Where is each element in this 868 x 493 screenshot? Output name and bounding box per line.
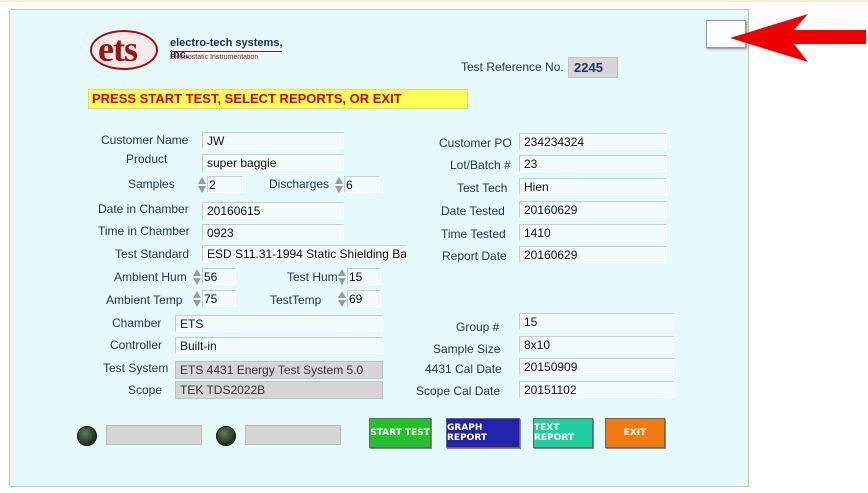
- status-message-text: PRESS START TEST, SELECT REPORTS, OR EXI…: [92, 91, 402, 106]
- discharges-label: Discharges: [269, 177, 330, 191]
- customer-po-field[interactable]: 234234324: [519, 133, 667, 150]
- time-in-chamber-field[interactable]: 0923: [202, 224, 344, 241]
- test-standard-field[interactable]: ESD S11.31-1994 Static Shielding Bags: [202, 245, 407, 262]
- ambient-temp-label: Ambient Temp: [106, 293, 183, 307]
- logo-mark-text: ets: [98, 29, 138, 69]
- status-led-2: [216, 426, 236, 446]
- test-hum-field[interactable]: 15: [347, 268, 381, 285]
- scope-label: Scope: [128, 383, 163, 397]
- exit-button[interactable]: EXIT: [605, 418, 665, 448]
- product-field[interactable]: super baggie: [202, 154, 344, 171]
- logo-underline: [170, 51, 282, 52]
- samples-field[interactable]: 2: [207, 176, 243, 193]
- start-test-button[interactable]: START TEST: [369, 418, 431, 448]
- ambient-hum-stepper[interactable]: [193, 268, 202, 286]
- date-in-chamber-field[interactable]: 20160615: [202, 202, 344, 219]
- test-temp-label: TestTemp: [270, 293, 322, 307]
- ambient-temp-field[interactable]: 75: [202, 290, 236, 307]
- scope-cal-label: Scope Cal Date: [416, 384, 501, 398]
- test-temp-field[interactable]: 69: [347, 290, 381, 307]
- test-reference-field: 2245: [568, 57, 618, 78]
- test-tech-label: Test Tech: [457, 181, 508, 195]
- discharges-field[interactable]: 6: [344, 176, 380, 193]
- customer-name-field[interactable]: JW: [202, 132, 344, 149]
- test-reference-value: 2245: [574, 60, 603, 75]
- discharges-stepper[interactable]: [335, 176, 344, 194]
- date-in-chamber-label: Date in Chamber: [98, 202, 189, 216]
- report-date-label: Report Date: [442, 249, 507, 263]
- group-field[interactable]: 15: [519, 313, 674, 330]
- time-tested-field[interactable]: 1410: [519, 224, 667, 241]
- ambient-temp-stepper[interactable]: [193, 290, 202, 308]
- status-message: PRESS START TEST, SELECT REPORTS, OR EXI…: [88, 89, 468, 109]
- status-bar-2: [245, 425, 341, 445]
- test-standard-label: Test Standard: [115, 247, 190, 261]
- status-led-1: [77, 426, 97, 446]
- ambient-hum-field[interactable]: 56: [202, 268, 236, 285]
- cal-4431-label: 4431 Cal Date: [425, 362, 502, 376]
- test-temp-stepper[interactable]: [338, 290, 347, 308]
- time-in-chamber-label: Time in Chamber: [98, 224, 190, 238]
- company-logo: ets electro-tech systems, inc. Electrost…: [90, 29, 290, 74]
- time-tested-label: Time Tested: [441, 227, 506, 241]
- test-system-field: ETS 4431 Energy Test System 5.0: [175, 361, 383, 379]
- company-tagline: Electrostatic Instrumentation: [170, 54, 259, 61]
- ambient-hum-label: Ambient Hum: [114, 270, 187, 284]
- sample-size-label: Sample Size: [433, 342, 501, 356]
- scope-field: TEK TDS2022B: [175, 381, 383, 399]
- report-date-field[interactable]: 20160629: [519, 246, 667, 263]
- text-report-button[interactable]: TEXT REPORT: [533, 418, 593, 448]
- date-tested-field[interactable]: 20160629: [519, 201, 667, 218]
- product-label: Product: [126, 152, 168, 166]
- samples-label: Samples: [128, 177, 175, 191]
- sample-size-field[interactable]: 8x10: [519, 336, 674, 353]
- ets-logo-mark: ets: [90, 29, 158, 70]
- group-label: Group #: [456, 320, 500, 334]
- test-hum-label: Test Hum: [287, 270, 338, 284]
- samples-stepper[interactable]: [198, 176, 207, 194]
- cal-4431-field[interactable]: 20150909: [519, 358, 674, 375]
- test-reference-label: Test Reference No.: [461, 60, 564, 74]
- graph-report-button[interactable]: GRAPH REPORT: [446, 418, 520, 448]
- customer-po-label: Customer PO: [439, 136, 512, 150]
- controller-field[interactable]: Built-in: [175, 337, 383, 354]
- chamber-label: Chamber: [112, 316, 162, 330]
- scope-cal-field[interactable]: 20151102: [519, 381, 674, 398]
- test-tech-field[interactable]: Hien: [519, 178, 667, 195]
- chamber-field[interactable]: ETS: [175, 315, 383, 332]
- controller-label: Controller: [110, 338, 163, 352]
- test-hum-stepper[interactable]: [338, 268, 347, 286]
- lot-batch-field[interactable]: 23: [519, 155, 667, 172]
- test-system-label: Test System: [103, 361, 169, 375]
- red-arrow-icon: [730, 14, 866, 62]
- status-bar-1: [106, 425, 202, 445]
- customer-name-label: Customer Name: [101, 133, 189, 147]
- lot-batch-label: Lot/Batch #: [450, 158, 511, 172]
- date-tested-label: Date Tested: [441, 204, 505, 218]
